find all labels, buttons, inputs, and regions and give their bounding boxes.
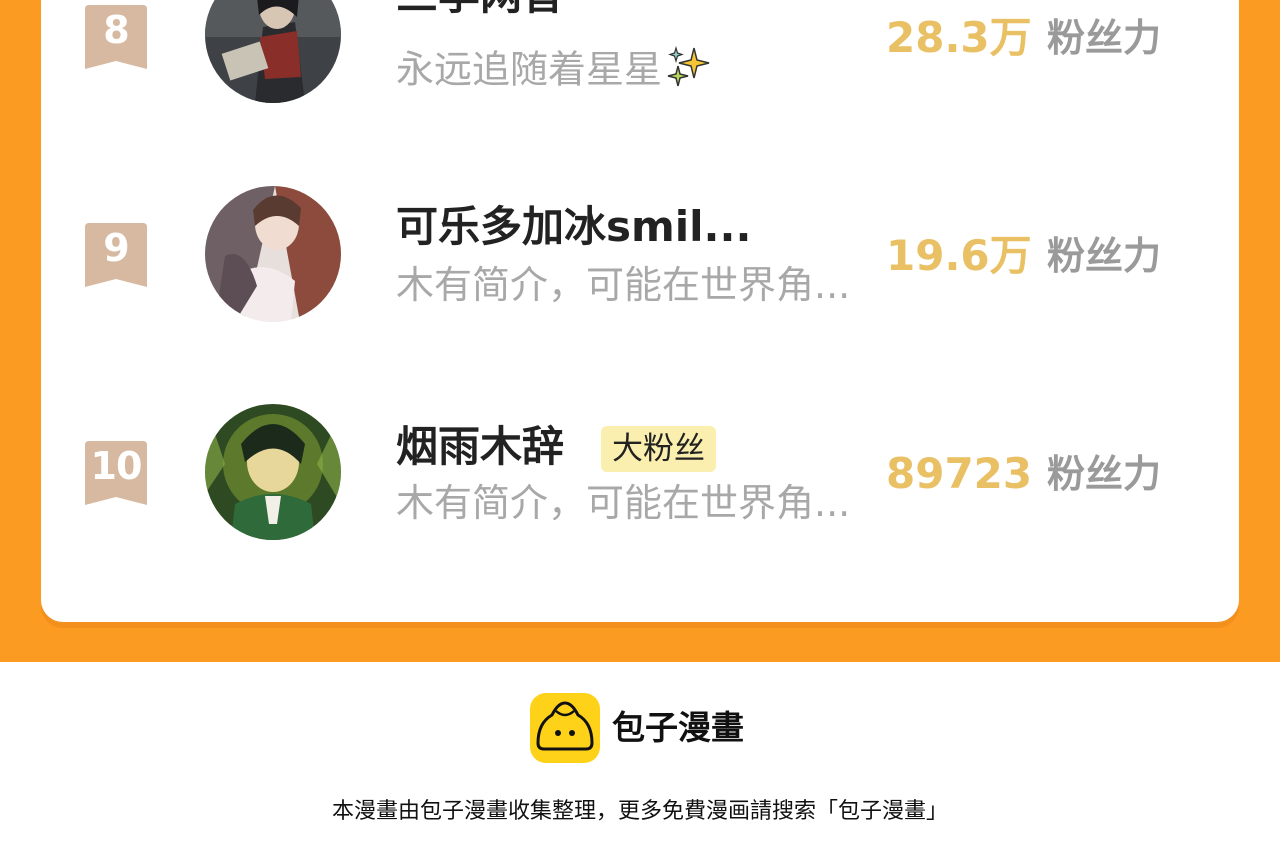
rank-number: 10 [90,444,143,488]
fans-value: 19.6万 [886,231,1032,280]
ranking-row[interactable]: 10 烟雨木辞 大粉丝 木有简介，可能在世界角... 89723 粉丝力 [0,404,1280,544]
rank-badge: 9 [85,223,147,287]
avatar[interactable] [205,0,341,103]
fans-label: 粉丝力 [1047,452,1162,496]
ranking-row[interactable]: 9 可乐多加冰smil... 木有简介，可能在世界角... 19.6万 粉丝力 [0,186,1280,326]
page: 8 三李网音 永远追随着星星 28.3万 粉丝力 [0,0,1280,864]
user-bio: 木有简介，可能在世界角... [396,263,851,307]
avatar[interactable] [205,404,341,540]
sparkles-icon [666,44,712,100]
fan-badge: 大粉丝 [601,426,716,472]
fans-value: 89723 [886,449,1033,498]
user-name[interactable]: 三李网音 [396,0,564,20]
fans-value: 28.3万 [886,13,1032,62]
fans-label: 粉丝力 [1047,234,1162,278]
rank-number: 8 [103,8,129,52]
fans-label: 粉丝力 [1047,16,1162,60]
rank-number: 9 [103,226,129,270]
user-bio-text: 永远追随着星星 [396,47,663,92]
user-bio: 木有简介，可能在世界角... [396,481,851,525]
ranking-row[interactable]: 8 三李网音 永远追随着星星 28.3万 粉丝力 [0,0,1280,110]
avatar[interactable] [205,186,341,322]
user-name[interactable]: 可乐多加冰smil... [396,202,751,252]
user-bio: 永远追随着星星 [396,44,712,100]
footer-notice: 本漫畫由包子漫畫收集整理，更多免費漫画請搜索「包子漫畫」 [331,799,948,824]
user-name[interactable]: 烟雨木辞 [396,422,564,472]
footer-brand: 包子漫畫 [612,708,744,747]
rank-badge: 10 [85,441,147,505]
baozi-icon [530,693,600,763]
rank-badge: 8 [85,5,147,69]
